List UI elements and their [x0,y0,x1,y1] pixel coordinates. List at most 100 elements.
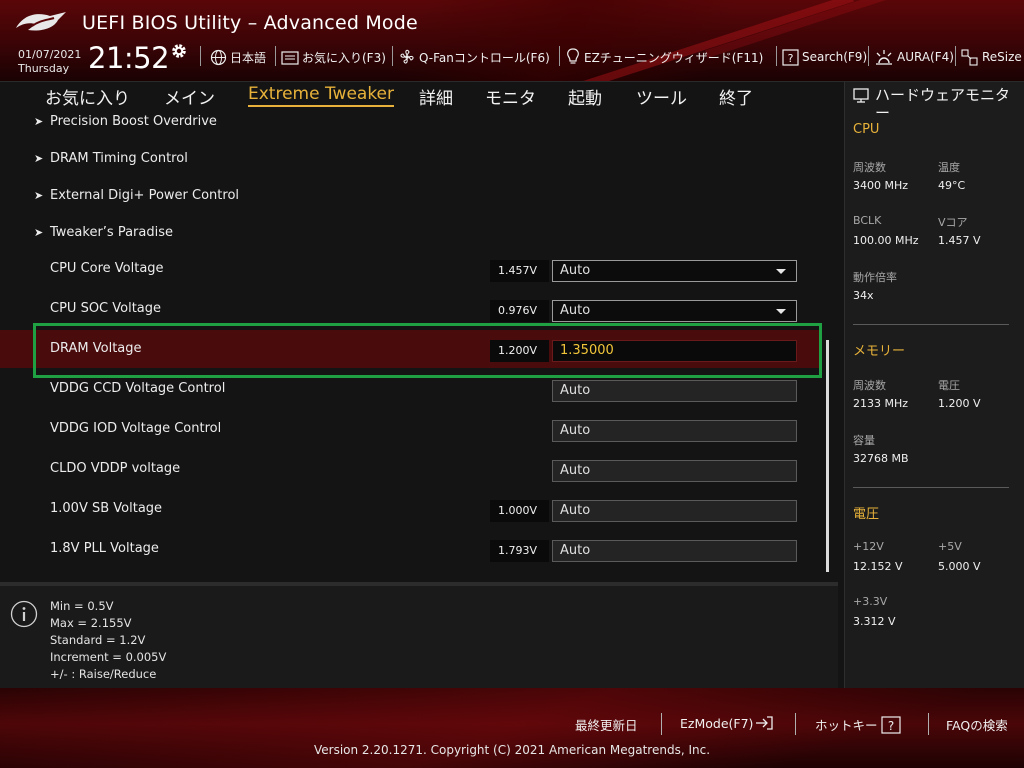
submenu-label: Precision Boost Overdrive [50,114,217,129]
help-line: Max = 2.155V [50,616,132,630]
cldo-vddp-voltage-input[interactable]: Auto [552,460,797,482]
vcore-value: 1.457 V [938,234,981,247]
aura-icon [876,50,892,65]
current-voltage-readout: 1.793V [490,540,549,562]
memory-volt-label: 電圧 [938,379,960,392]
qfan-label: Q-Fanコントロール(F6) [419,50,550,65]
ezmode-button[interactable]: EzMode(F7) [680,715,775,731]
submenu-label: External Digi+ Power Control [50,188,240,203]
bclk-label: BCLK [853,214,882,227]
v33-label: +3.3V [853,595,888,608]
setting-label: 1.8V PLL Voltage [50,541,159,556]
app-title: UEFI BIOS Utility – Advanced Mode [82,12,418,34]
rog-logo-icon [16,12,66,31]
footer-separator [795,713,796,735]
help-text: Min = 0.5V Max = 2.155V Standard = 1.2V … [50,598,166,683]
settings-list: ➤ Precision Boost Overdrive ➤ DRAM Timin… [0,82,838,582]
v12-value: 12.152 V [853,560,903,573]
day-text: Thursday [18,62,70,75]
aura-label: AURA(F4) [897,50,954,64]
chevron-down-icon [776,269,786,274]
clock-time: 21:52 [88,41,170,75]
section-divider [853,487,1009,488]
setting-row-dram-voltage: DRAM Voltage 1.200V 1.35000 [0,339,820,379]
memory-heading: メモリー [853,344,906,359]
question-box-icon: ? [782,48,799,66]
submenu-precision-boost-overdrive[interactable]: ➤ Precision Boost Overdrive [0,112,820,152]
ratio-label: 動作倍率 [853,271,897,284]
memory-freq-label: 周波数 [853,379,886,392]
sb-voltage-input[interactable]: Auto [552,500,797,522]
submenu-label: Tweaker’s Paradise [50,225,173,240]
globe-icon [210,49,227,65]
resize-icon [961,48,978,66]
header-bar: UEFI BIOS Utility – Advanced Mode 01/07/… [0,0,1024,82]
vddg-ccd-voltage-input[interactable]: Auto [552,380,797,402]
dram-voltage-input[interactable]: 1.35000 [552,340,797,362]
current-voltage-readout: 0.976V [490,300,549,322]
submenu-arrow-icon: ➤ [34,115,44,128]
help-line: Min = 0.5V [50,599,114,613]
v5-value: 5.000 V [938,560,981,573]
resize-button[interactable]: ReSize [961,47,1022,67]
setting-label: CPU Core Voltage [50,261,164,276]
current-voltage-readout: 1.457V [490,260,549,282]
memory-volt-value: 1.200 V [938,397,981,410]
language-button[interactable]: 日本語 [210,47,266,67]
submenu-tweakers-paradise[interactable]: ➤ Tweaker’s Paradise [0,223,820,263]
scrollbar[interactable] [826,340,829,572]
dropdown-value: Auto [560,303,591,318]
footer-separator [928,713,929,735]
v5-label: +5V [938,540,962,553]
setting-row-vddg-iod-voltage: VDDG IOD Voltage Control Auto [0,419,820,459]
setting-label: DRAM Voltage [50,341,142,356]
header-separator [955,46,956,66]
qfan-control-button[interactable]: Q-Fanコントロール(F6) [398,47,550,67]
ratio-value: 34x [853,289,874,302]
favorites-button[interactable]: お気に入り(F3) [281,47,386,67]
cpu-freq-value: 3400 MHz [853,179,909,192]
hardware-monitor-panel: ハードウェアモニター CPU 周波数 温度 3400 MHz 49°C BCLK… [844,82,1024,688]
exit-arrow-icon [756,716,774,730]
search-label: Search(F9) [802,50,868,64]
submenu-external-digi-power-control[interactable]: ➤ External Digi+ Power Control [0,186,820,226]
cpu-soc-voltage-dropdown[interactable]: Auto [552,300,797,322]
header-separator [392,46,393,66]
favorites-folder-icon [281,50,299,65]
pll-voltage-input[interactable]: Auto [552,540,797,562]
setting-label: CLDO VDDP voltage [50,461,181,476]
chevron-down-icon [776,309,786,314]
language-label: 日本語 [230,50,267,65]
header-separator [559,46,560,66]
gear-icon[interactable] [170,42,188,60]
vddg-iod-voltage-input[interactable]: Auto [552,420,797,442]
svg-text:?: ? [788,52,794,65]
submenu-dram-timing-control[interactable]: ➤ DRAM Timing Control [0,149,820,189]
date-text: 01/07/2021 [18,48,82,61]
cpu-core-voltage-dropdown[interactable]: Auto [552,260,797,282]
last-modified-button[interactable]: 最終更新日 [575,715,638,734]
submenu-arrow-icon: ➤ [34,226,44,239]
setting-row-sb-voltage: 1.00V SB Voltage 1.000V Auto [0,499,820,539]
setting-label: 1.00V SB Voltage [50,501,163,516]
cpu-temp-label: 温度 [938,161,960,174]
lightbulb-icon [567,48,579,64]
v12-label: +12V [853,540,884,553]
hotkeys-button[interactable]: ホットキー ? [815,715,901,734]
header-decoration [566,0,854,81]
setting-row-cldo-vddp-voltage: CLDO VDDP voltage Auto [0,459,820,499]
help-line: +/- : Raise/Reduce [50,667,157,681]
setting-row-pll-voltage: 1.8V PLL Voltage 1.793V Auto [0,539,820,579]
setting-row-cpu-core-voltage: CPU Core Voltage 1.457V Auto [0,259,820,299]
search-button[interactable]: ? Search(F9) [782,47,867,67]
favorites-label: お気に入り(F3) [302,50,386,65]
faq-search-button[interactable]: FAQの検索 [946,715,1008,734]
vcore-label: Vコア [938,216,968,229]
ez-tuning-wizard-button[interactable]: EZチューニングウィザード(F11) [565,47,763,67]
aura-button[interactable]: AURA(F4) [874,47,954,67]
setting-row-cpu-soc-voltage: CPU SOC Voltage 0.976V Auto [0,299,820,339]
bclk-value: 100.00 MHz [853,234,919,247]
date-display: 01/07/2021 Thursday [18,48,81,76]
voltage-heading: 電圧 [853,507,880,522]
setting-label: VDDG IOD Voltage Control [50,421,222,436]
